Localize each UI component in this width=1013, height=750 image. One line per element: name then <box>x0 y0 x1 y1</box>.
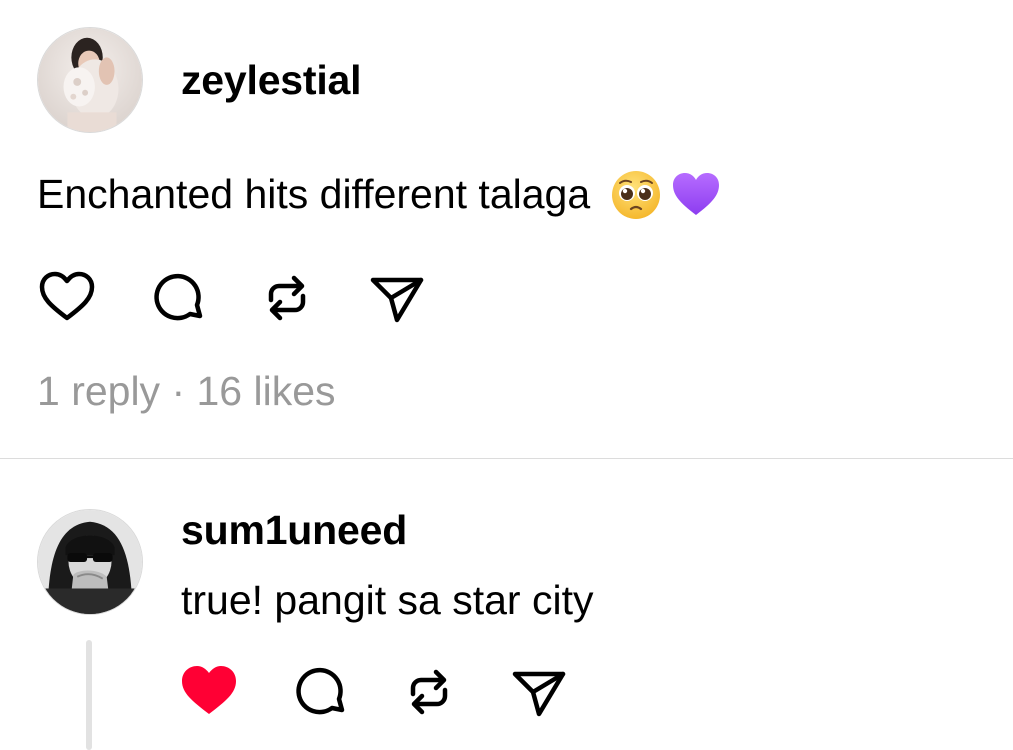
likes-count[interactable]: 16 likes <box>197 368 336 414</box>
post-actions <box>37 268 477 328</box>
comment-icon <box>296 667 345 715</box>
pleading-face-emoji <box>610 169 662 221</box>
avatar-sum1uneed[interactable] <box>37 509 143 615</box>
reply-username[interactable]: sum1uneed <box>181 510 407 551</box>
replies-count[interactable]: 1 reply <box>37 368 160 414</box>
reply-actions <box>179 662 619 722</box>
post-text-content: Enchanted hits different talaga <box>37 171 591 218</box>
send-icon <box>370 277 424 323</box>
share-button[interactable] <box>367 268 427 328</box>
avatar-image <box>38 28 142 132</box>
comment-button[interactable] <box>147 268 207 328</box>
repost-icon <box>410 669 448 715</box>
heart-icon <box>39 271 95 321</box>
meta-separator: · <box>160 368 197 414</box>
reply-text: true! pangit sa star city <box>181 577 594 623</box>
avatar-zeylestial[interactable] <box>37 27 143 133</box>
thread-line <box>86 640 92 750</box>
comment-icon <box>154 273 203 321</box>
repost-button[interactable] <box>257 268 317 328</box>
purple-heart-emoji <box>670 169 722 221</box>
reply-repost-button[interactable] <box>399 662 459 722</box>
post-text: Enchanted hits different talaga <box>37 169 722 221</box>
like-button[interactable] <box>37 268 97 328</box>
reply-like-button[interactable] <box>179 662 239 722</box>
reply-share-button[interactable] <box>509 662 569 722</box>
heart-filled-icon <box>182 666 236 714</box>
send-icon <box>512 671 566 717</box>
reply-comment-button[interactable] <box>289 662 349 722</box>
divider <box>0 458 1013 459</box>
post-meta: 1 reply · 16 likes <box>37 367 336 416</box>
avatar-image <box>38 510 142 614</box>
post-username[interactable]: zeylestial <box>181 60 362 101</box>
repost-icon <box>268 275 306 321</box>
